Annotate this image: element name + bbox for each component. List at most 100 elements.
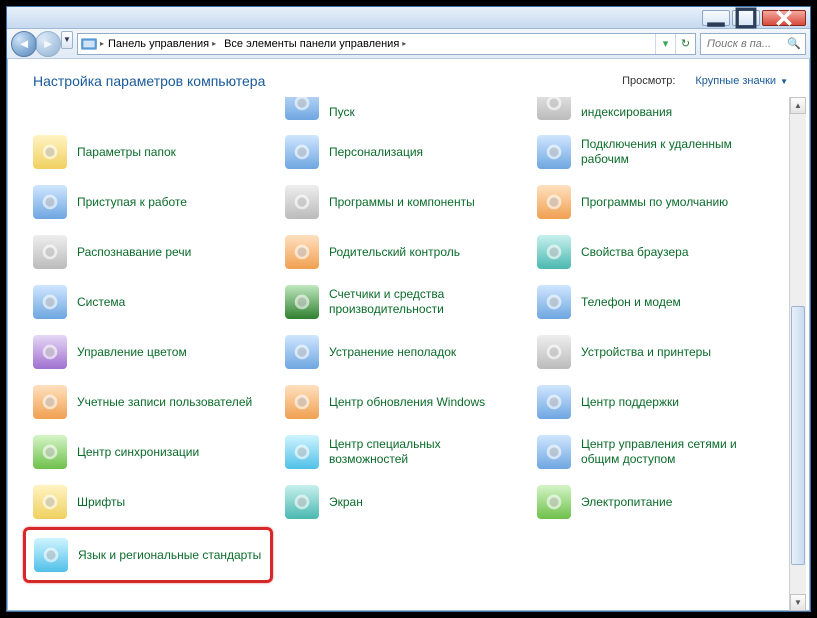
nav-history-dropdown[interactable]: ▼	[61, 31, 73, 49]
remote-desktop-icon	[537, 135, 571, 169]
cp-item-label: Центр специальных возможностей	[329, 437, 519, 467]
cp-item[interactable]: Управление цветом	[27, 327, 273, 377]
action-center-icon	[537, 385, 571, 419]
cp-item[interactable]: Устройства и принтеры	[531, 327, 777, 377]
cp-item[interactable]: Система	[27, 277, 273, 327]
cp-item[interactable]: Центр управления сетями и общим доступом	[531, 427, 777, 477]
cp-item[interactable]: Параметры папок	[27, 127, 273, 177]
vertical-scrollbar[interactable]: ▲ ▼	[789, 97, 806, 611]
cp-item[interactable]: Центр специальных возможностей	[279, 427, 525, 477]
sync-center-icon	[33, 435, 67, 469]
personalization-icon	[285, 135, 319, 169]
start-icon	[285, 97, 319, 120]
back-button[interactable]: ◄	[11, 31, 37, 57]
cp-item[interactable]: Программы по умолчанию	[531, 177, 777, 227]
cp-item[interactable]: Электропитание	[531, 477, 777, 527]
cp-item[interactable]: Пуск	[279, 97, 525, 127]
items-grid-container: Пуск индексирования Параметры папок Персона…	[7, 97, 810, 611]
breadcrumb[interactable]: ▸ Панель управления ▸ Все элементы панел…	[77, 33, 696, 55]
cp-item[interactable]: Центр поддержки	[531, 377, 777, 427]
minimize-button[interactable]	[702, 10, 730, 26]
performance-icon	[285, 285, 319, 319]
scroll-thumb[interactable]	[791, 306, 805, 565]
cp-item-label: Телефон и модем	[581, 295, 681, 310]
cp-item-label: Управление цветом	[77, 345, 187, 360]
user-accounts-icon	[33, 385, 67, 419]
cp-item[interactable]: Подключения к удаленным рабочим	[531, 127, 777, 177]
cp-item-label: Учетные записи пользователей	[77, 395, 252, 410]
scroll-down-button[interactable]: ▼	[790, 594, 806, 611]
cp-item-label: Распознавание речи	[77, 245, 191, 260]
search-box[interactable]: 🔍	[700, 33, 806, 55]
default-programs-icon	[537, 185, 571, 219]
scroll-up-button[interactable]: ▲	[790, 97, 806, 114]
cp-item-label: Центр управления сетями и общим доступом	[581, 437, 771, 467]
cp-item-label: Пуск	[329, 105, 355, 120]
speech-icon	[33, 235, 67, 269]
devices-printers-icon	[537, 335, 571, 369]
view-mode-dropdown[interactable]: Крупные значки ▼	[695, 75, 788, 87]
cp-item-label: Подключения к удаленным рабочим	[581, 137, 771, 167]
control-panel-icon	[80, 35, 98, 53]
chevron-up-icon: ▲	[794, 101, 802, 110]
cp-item-label: Устранение неполадок	[329, 345, 456, 360]
search-input[interactable]	[705, 37, 784, 51]
phone-modem-icon	[537, 285, 571, 319]
cp-item-label: Электропитание	[581, 495, 672, 510]
maximize-button[interactable]	[732, 10, 760, 26]
control-panel-window: ◄ ► ▼ ▸ Панель управления ▸ Все элементы…	[6, 6, 811, 612]
cp-item[interactable]: Программы и компоненты	[279, 177, 525, 227]
breadcrumb-seg-2[interactable]: Все элементы панели управления ▸	[220, 34, 410, 54]
internet-options-icon	[537, 235, 571, 269]
close-button[interactable]	[762, 10, 806, 26]
cp-item-label: Центр синхронизации	[77, 445, 199, 460]
breadcrumb-tools: ▾ ↻	[655, 34, 695, 54]
cp-item[interactable]: индексирования	[531, 97, 777, 127]
close-icon	[773, 7, 795, 29]
ease-access-icon	[285, 435, 319, 469]
breadcrumb-label: Панель управления	[108, 38, 209, 50]
cp-item[interactable]: Центр синхронизации	[27, 427, 273, 477]
cp-item[interactable]: Устранение неполадок	[279, 327, 525, 377]
chevron-down-icon: ▼	[780, 77, 788, 86]
cp-item[interactable]: Распознавание речи	[27, 227, 273, 277]
minimize-icon	[705, 7, 727, 29]
parental-icon	[285, 235, 319, 269]
cp-item-label: Параметры папок	[77, 145, 176, 160]
cp-item[interactable]: Родительский контроль	[279, 227, 525, 277]
cp-item-label: Свойства браузера	[581, 245, 689, 260]
view-mode-value: Крупные значки	[695, 75, 776, 87]
cp-item-label: Центр поддержки	[581, 395, 679, 410]
content-area: Настройка параметров компьютера Просмотр…	[7, 59, 810, 611]
color-mgmt-icon	[33, 335, 67, 369]
cp-item[interactable]: Экран	[279, 477, 525, 527]
items-grid: Пуск индексирования Параметры папок Персона…	[27, 97, 789, 611]
chevron-right-icon: ▸	[212, 39, 216, 48]
breadcrumb-dropdown[interactable]: ▾	[655, 34, 675, 54]
cp-item[interactable]: Телефон и модем	[531, 277, 777, 327]
cp-item[interactable]: Приступая к работе	[27, 177, 273, 227]
refresh-button[interactable]: ↻	[675, 34, 695, 54]
cp-item[interactable]: Свойства браузера	[531, 227, 777, 277]
getting-started-icon	[33, 185, 67, 219]
cp-item-label: Приступая к работе	[77, 195, 187, 210]
cp-item-label: Устройства и принтеры	[581, 345, 711, 360]
view-label: Просмотр:	[622, 75, 675, 87]
cp-item-label: Центр обновления Windows	[329, 395, 485, 410]
cp-item-label: Язык и региональные стандарты	[78, 548, 261, 563]
cp-item[interactable]: Учетные записи пользователей	[27, 377, 273, 427]
cp-item[interactable]: Центр обновления Windows	[279, 377, 525, 427]
breadcrumb-seg-1[interactable]: Панель управления ▸	[104, 34, 220, 54]
power-icon	[537, 485, 571, 519]
cp-item[interactable]: Персонализация	[279, 127, 525, 177]
cp-item[interactable]: Шрифты	[27, 477, 273, 527]
region-language-icon	[34, 538, 68, 572]
cp-item[interactable]: Счетчики и средства производительности	[279, 277, 525, 327]
address-bar: ◄ ► ▼ ▸ Панель управления ▸ Все элементы…	[7, 29, 810, 59]
display-icon	[285, 485, 319, 519]
arrow-left-icon: ◄	[18, 36, 31, 51]
scroll-track[interactable]	[790, 114, 806, 594]
windows-update-icon	[285, 385, 319, 419]
forward-button[interactable]: ►	[35, 31, 61, 57]
cp-item[interactable]: Язык и региональные стандарты	[23, 527, 273, 583]
